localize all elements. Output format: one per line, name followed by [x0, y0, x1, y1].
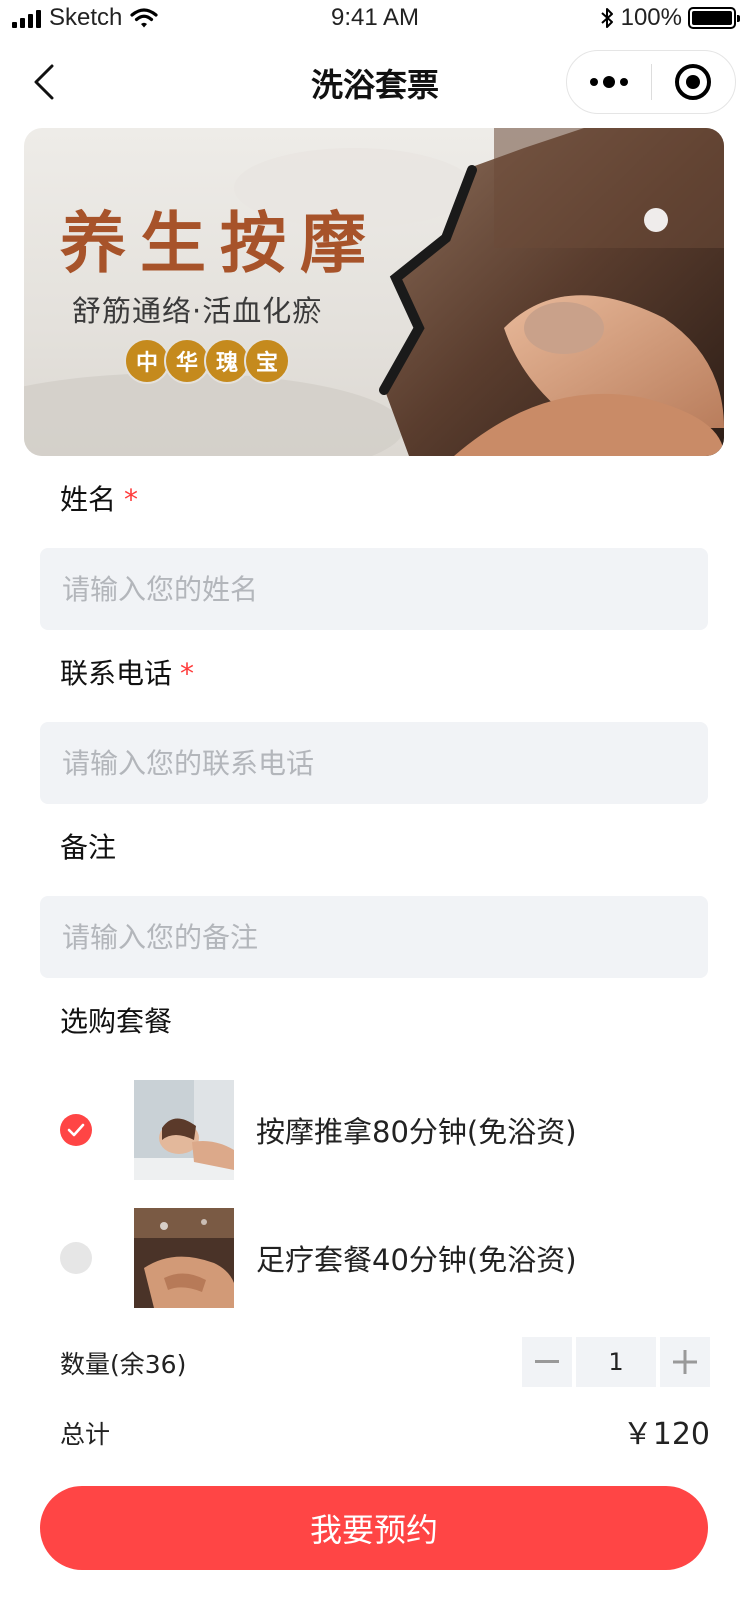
required-mark: * — [124, 483, 139, 516]
more-button[interactable] — [567, 51, 651, 113]
name-input[interactable] — [40, 548, 708, 630]
note-label-text: 备注 — [60, 831, 117, 864]
book-now-button[interactable]: 我要预约 — [40, 1486, 708, 1570]
note-input[interactable] — [40, 896, 708, 978]
package-thumbnail — [134, 1208, 234, 1308]
phone-label: 联系电话 * — [60, 652, 194, 692]
radio-button[interactable] — [60, 1242, 92, 1274]
quantity-value[interactable]: 1 — [576, 1337, 656, 1387]
status-right: 100% — [599, 4, 740, 32]
banner-badge: 宝 — [244, 338, 290, 384]
phone-input[interactable] — [40, 722, 708, 804]
required-mark: * — [180, 657, 195, 690]
banner-subtitle: 舒筋通络·活血化瘀 — [72, 294, 323, 328]
more-dot-icon — [602, 76, 615, 88]
package-thumbnail — [134, 1080, 234, 1180]
package-option[interactable]: 足疗套餐40分钟(免浴资) — [60, 1208, 720, 1308]
bluetooth-icon — [600, 8, 613, 28]
note-label: 备注 — [60, 826, 116, 866]
minus-icon — [535, 1360, 559, 1363]
nav-bar: 洗浴套票 — [0, 50, 750, 114]
promo-banner[interactable]: 养生按摩 舒筋通络·活血化瘀 中 华 瑰 宝 — [24, 128, 724, 456]
package-section-label: 选购套餐 — [60, 1005, 173, 1038]
battery-percent: 100% — [620, 4, 682, 31]
more-dot-icon — [619, 78, 628, 86]
name-label-text: 姓名 — [60, 483, 117, 516]
quantity-label: 数量(余36) — [60, 1350, 187, 1379]
close-mini-program-button[interactable] — [652, 51, 736, 113]
quantity-stepper: 1 — [522, 1337, 710, 1387]
total-label: 总计 — [60, 1420, 111, 1449]
check-icon — [67, 1123, 85, 1137]
status-bar: Sketch 9:41 AM 100% — [0, 0, 750, 40]
battery-icon — [688, 7, 740, 29]
target-icon — [675, 64, 712, 100]
massage-photo — [134, 1080, 234, 1180]
radio-button[interactable] — [60, 1114, 92, 1146]
decrement-button[interactable] — [522, 1337, 572, 1387]
more-dot-icon — [589, 78, 598, 86]
banner-title: 养生按摩 — [60, 204, 380, 282]
plus-icon — [673, 1350, 697, 1374]
package-option[interactable]: 按摩推拿80分钟(免浴资) — [60, 1080, 720, 1180]
package-name: 按摩推拿80分钟(免浴资) — [256, 1115, 577, 1149]
phone-label-text: 联系电话 — [60, 657, 173, 690]
foot-massage-photo — [134, 1208, 234, 1308]
banner-badges: 中 华 瑰 宝 — [124, 338, 290, 384]
name-label: 姓名 * — [60, 478, 138, 518]
total-price: ￥120 — [622, 1417, 710, 1452]
mini-program-capsule — [566, 50, 736, 114]
increment-button[interactable] — [660, 1337, 710, 1387]
package-name: 足疗套餐40分钟(免浴资) — [256, 1243, 577, 1277]
